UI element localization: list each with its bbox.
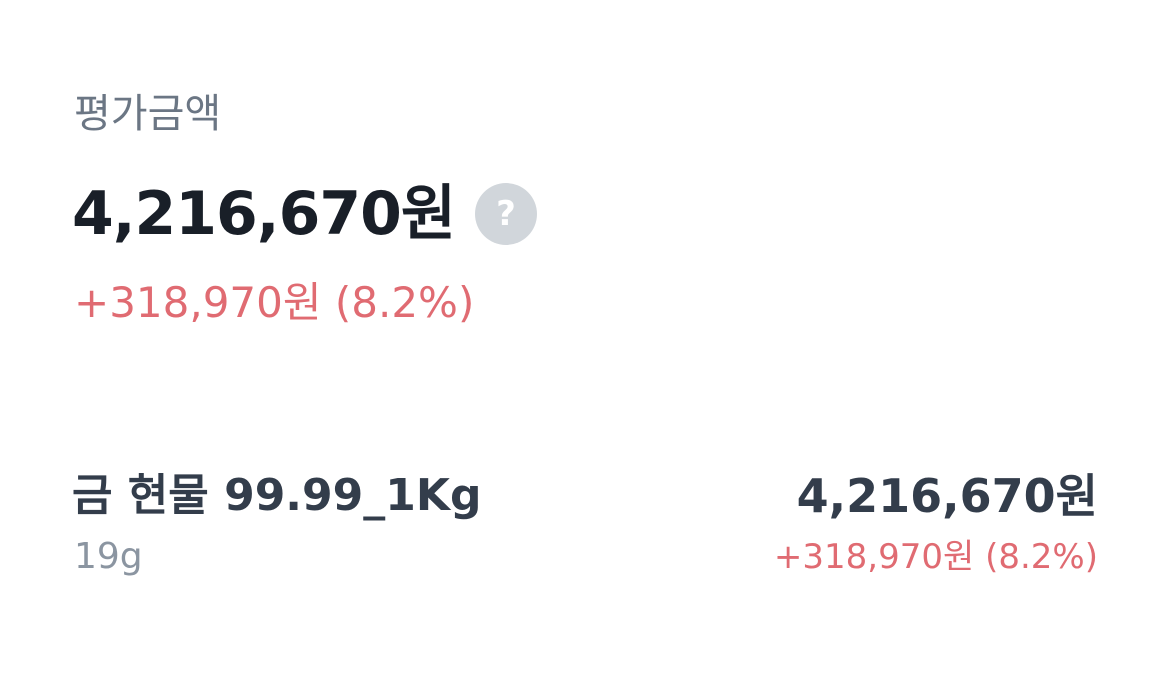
holding-value: 4,216,670원: [796, 469, 1098, 523]
total-profit: +318,970원 (8.2%): [74, 278, 475, 327]
holding-name: 금 현물 99.99_1Kg: [72, 470, 482, 521]
holding-item[interactable]: 금 현물 99.99_1Kg 19g 4,216,670원 +318,970원 …: [72, 466, 1098, 586]
holding-quantity: 19g: [74, 536, 143, 577]
question-mark-icon[interactable]: ?: [475, 183, 538, 245]
holding-profit: +318,970원 (8.2%): [773, 537, 1098, 577]
question-mark-glyph: ?: [496, 194, 516, 234]
total-valuation-row: 4,216,670원 ?: [72, 176, 538, 252]
valuation-label: 평가금액: [74, 91, 222, 137]
total-valuation-value: 4,216,670원: [72, 179, 456, 249]
